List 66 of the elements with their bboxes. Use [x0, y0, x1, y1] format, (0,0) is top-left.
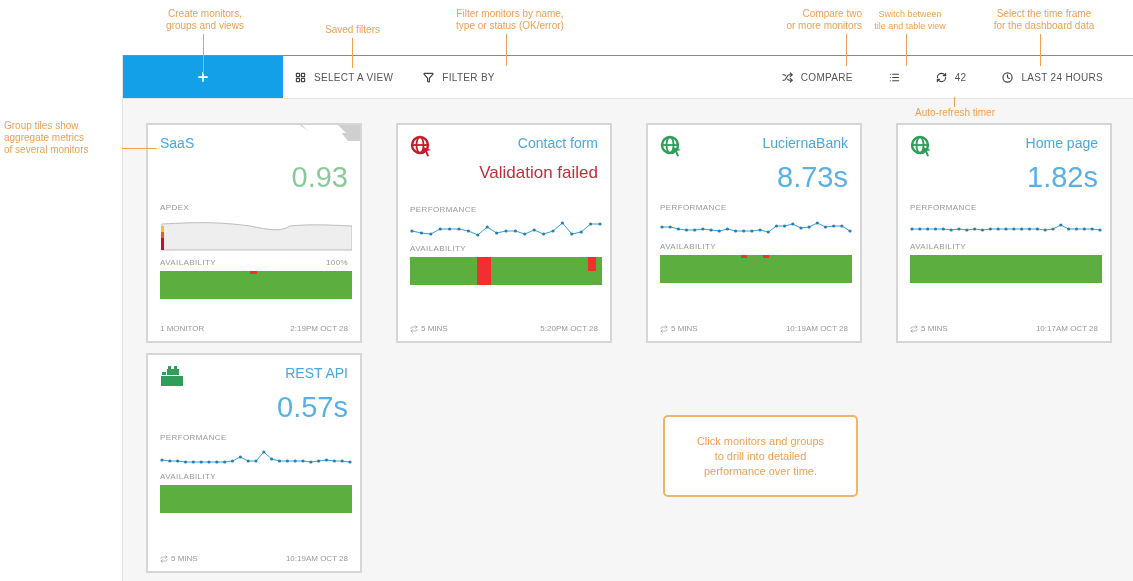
leader-line: [203, 34, 204, 74]
compare-button[interactable]: COMPARE: [763, 56, 871, 98]
leader-line: [352, 38, 353, 68]
leader-line: [954, 97, 955, 107]
timestamp: 10:17AM OCT 28: [1035, 324, 1098, 333]
filter-icon: [423, 71, 435, 83]
monitor-tile[interactable]: Contact form Validation failed PERFORMANCE AVAILABILITY 5 MINS 5:20PM OCT 28: [396, 123, 612, 343]
tile-title: Contact form: [517, 135, 598, 151]
annotation-text: Switch between tile and table view: [873, 8, 947, 32]
annotation-text: Select the time frame for the dashboard data: [992, 8, 1096, 32]
leader-line: [846, 34, 847, 66]
shuffle-icon: [781, 71, 793, 83]
timestamp: 5:20PM OCT 28: [540, 324, 598, 333]
tile-value: 1.82s: [1026, 161, 1098, 195]
tile-title: SaaS: [160, 135, 195, 151]
availability-label: AVAILABILITY: [410, 244, 467, 253]
refresh-timer-button[interactable]: 42: [917, 56, 985, 98]
refresh-icon: [935, 71, 947, 83]
add-button[interactable]: [123, 56, 283, 98]
metric-label: PERFORMANCE: [160, 433, 227, 442]
tile-value: 8.73s: [776, 161, 848, 195]
metric-label: PERFORMANCE: [660, 203, 727, 212]
check-interval: 5 MINS: [910, 324, 948, 333]
leader-line: [122, 148, 157, 149]
group-corner-icon: [300, 125, 360, 141]
monitor-count: 1 MONITOR: [160, 324, 205, 333]
repeat-icon: [410, 324, 418, 333]
availability-label: AVAILABILITY: [160, 472, 217, 481]
tile-value: 0.93: [290, 161, 348, 195]
annotation-text: Compare two or more monitors: [785, 8, 862, 32]
timestamp: 2:19PM OCT 28: [290, 324, 348, 333]
clock-icon: [1002, 71, 1014, 83]
annotation-text: Create monitors, groups and views: [165, 8, 245, 32]
leader-line: [506, 34, 507, 66]
availability-value: 100%: [325, 258, 348, 267]
tile-value: 0.57s: [276, 391, 348, 425]
plus-icon: [196, 70, 210, 84]
check-interval: 5 MINS: [660, 324, 698, 333]
leader-line: [1040, 34, 1041, 66]
metric-label: APDEX: [160, 203, 190, 212]
annotation-text: Auto-refresh timer: [914, 107, 996, 119]
timestamp: 10:19AM OCT 28: [785, 324, 848, 333]
time-frame-button[interactable]: LAST 24 HOURS: [984, 56, 1121, 98]
tile-title: LuciernaBank: [762, 135, 848, 151]
grid-icon: [295, 71, 306, 83]
tile-title: REST API: [285, 365, 348, 381]
callout-note: Click monitors and groups to drill into detailed performance over time.: [663, 415, 858, 497]
check-interval: 5 MINS: [410, 324, 448, 333]
annotation-text: Group tiles show aggregate metrics of several monitors: [4, 120, 90, 156]
availability-label: AVAILABILITY: [660, 242, 717, 251]
annotation-text: Saved filters: [324, 24, 381, 36]
check-interval: 5 MINS: [160, 554, 198, 563]
repeat-icon: [660, 324, 668, 333]
metric-label: PERFORMANCE: [410, 205, 477, 214]
availability-label: AVAILABILITY: [160, 258, 217, 267]
repeat-icon: [910, 324, 918, 333]
repeat-icon: [160, 554, 168, 563]
list-icon: [888, 71, 900, 83]
metric-label: PERFORMANCE: [910, 203, 977, 212]
leader-line: [906, 34, 907, 66]
availability-label: AVAILABILITY: [910, 242, 967, 251]
tile-value: Validation failed: [478, 163, 598, 184]
annotation-text: Filter monitors by name, type or status (OK/error): [455, 8, 565, 32]
filter-button[interactable]: FILTER BY: [405, 56, 513, 98]
timestamp: 10:19AM OCT 28: [285, 554, 348, 563]
tile-title: Home page: [1025, 135, 1098, 151]
